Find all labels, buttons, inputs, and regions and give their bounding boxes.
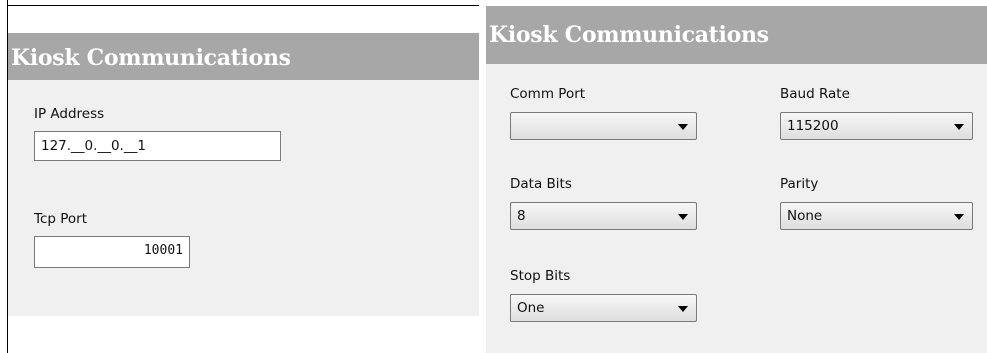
ip-address-field[interactable]: 127.__0.__0.__1 [34,131,281,161]
tcp-port-label: Tcp Port [34,211,87,227]
panel-header: Kiosk Communications [8,33,479,80]
parity-label: Parity [780,176,819,192]
parity-value: None [787,208,823,224]
baud-rate-label: Baud Rate [780,86,850,102]
comm-port-label: Comm Port [510,86,586,102]
parity-select[interactable]: None [780,202,973,230]
comm-port-select[interactable] [510,112,697,140]
stop-bits-value: One [517,300,545,316]
chevron-down-icon [954,214,964,220]
ip-address-label: IP Address [34,106,105,122]
data-bits-value: 8 [517,208,526,224]
chevron-down-icon [678,306,688,312]
data-bits-label: Data Bits [510,176,572,192]
baud-rate-value: 115200 [787,118,839,134]
panel-title: Kiosk Communications [489,22,769,48]
stop-bits-label: Stop Bits [510,268,571,284]
kiosk-communications-panel-serial: Kiosk Communications Comm Port Baud Rate… [486,6,987,353]
panel-title: Kiosk Communications [11,45,291,71]
frame-divider-top [7,5,479,6]
kiosk-communications-panel-network: Kiosk Communications IP Address 127.__0.… [8,33,479,316]
stop-bits-select[interactable]: One [510,294,697,322]
chevron-down-icon [954,124,964,130]
tcp-port-field[interactable]: 10001 [34,236,190,268]
chevron-down-icon [678,214,688,220]
panel-header: Kiosk Communications [486,6,987,64]
data-bits-select[interactable]: 8 [510,202,697,230]
chevron-down-icon [678,124,688,130]
baud-rate-select[interactable]: 115200 [780,112,973,140]
